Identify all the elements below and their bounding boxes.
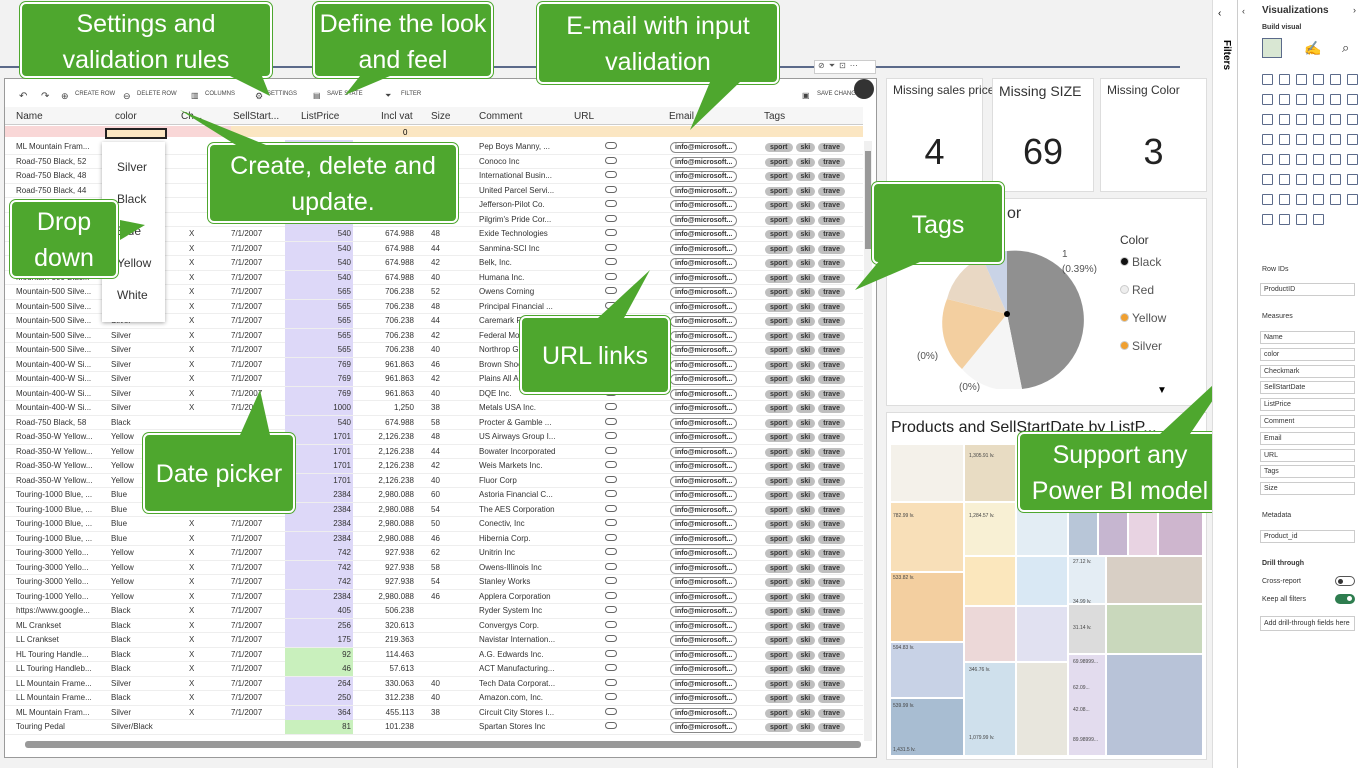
visual-type-icon[interactable] <box>1330 114 1341 125</box>
keep-filters-toggle[interactable] <box>1335 594 1355 604</box>
visual-type-icon[interactable] <box>1313 74 1324 85</box>
visual-type-icon[interactable] <box>1330 134 1341 145</box>
drill-through-label: Drill through <box>1262 560 1304 567</box>
measure-field[interactable]: Comment <box>1260 415 1355 428</box>
visual-type-icon[interactable] <box>1279 94 1290 105</box>
visual-type-icon[interactable] <box>1313 174 1324 185</box>
visual-type-icon[interactable] <box>1330 194 1341 205</box>
visual-type-icon[interactable] <box>1279 194 1290 205</box>
visual-type-icon[interactable] <box>1262 114 1273 125</box>
visual-type-icon[interactable] <box>1347 154 1358 165</box>
chevron-left-icon[interactable]: ‹ <box>1242 6 1245 16</box>
visual-type-icon[interactable] <box>1330 94 1341 105</box>
visual-header-icons[interactable]: ⊘⏷⊡⋯ <box>814 60 876 74</box>
visual-type-icon[interactable] <box>1262 74 1273 85</box>
visual-type-icon[interactable] <box>1262 134 1273 145</box>
visual-type-icon[interactable] <box>1262 174 1273 185</box>
build-visual-label: Build visual <box>1262 24 1302 31</box>
callout-tails <box>120 76 1240 435</box>
filters-pane[interactable]: ‹ Filters <box>1212 0 1237 768</box>
visual-type-icon[interactable] <box>1279 174 1290 185</box>
visual-type-icon[interactable] <box>1347 194 1358 205</box>
visual-type-icon[interactable] <box>1313 214 1324 225</box>
visual-type-icon[interactable] <box>1313 134 1324 145</box>
visual-type-icon[interactable] <box>1313 194 1324 205</box>
visual-type-icon[interactable] <box>1296 114 1307 125</box>
visual-type-icon[interactable] <box>1296 94 1307 105</box>
measure-field[interactable]: Checkmark <box>1260 364 1355 378</box>
visual-type-icon[interactable] <box>1262 94 1273 105</box>
table-build-icon[interactable] <box>1262 38 1282 58</box>
visual-type-icon[interactable] <box>1279 74 1290 85</box>
measure-field[interactable]: Name <box>1260 331 1355 344</box>
visual-type-icon[interactable] <box>1330 174 1341 185</box>
analytics-icon[interactable]: ⌕ <box>1342 40 1349 56</box>
visual-type-icon[interactable] <box>1347 174 1358 185</box>
visual-type-icon[interactable] <box>1330 74 1341 85</box>
visual-type-icon[interactable] <box>1347 74 1358 85</box>
visual-type-icon[interactable] <box>1296 74 1307 85</box>
measures-label: Measures <box>1262 313 1293 320</box>
visual-type-icon[interactable] <box>1347 134 1358 145</box>
measure-field[interactable]: URL <box>1260 448 1355 462</box>
metadata-label: Metadata <box>1262 512 1292 519</box>
cross-report-label: Cross-report <box>1262 578 1301 585</box>
visual-type-icon[interactable] <box>1262 214 1273 225</box>
add-drill-through-field[interactable]: Add drill-through fields here <box>1260 616 1355 631</box>
visual-type-icon[interactable] <box>1279 154 1290 165</box>
keep-filters-label: Keep all filters <box>1262 596 1306 603</box>
format-icon[interactable]: ✍ <box>1304 40 1321 57</box>
visual-type-icon[interactable] <box>1347 114 1358 125</box>
metadata-field[interactable]: Product_id <box>1260 530 1355 543</box>
visual-type-icon[interactable] <box>1313 114 1324 125</box>
cross-report-toggle[interactable] <box>1335 576 1355 586</box>
visual-type-icon[interactable] <box>1279 214 1290 225</box>
visual-type-icon[interactable] <box>1296 174 1307 185</box>
visual-type-icon[interactable] <box>1296 214 1307 225</box>
measure-field[interactable]: Size <box>1260 482 1355 496</box>
visual-type-icon[interactable] <box>1330 154 1341 165</box>
pane-title: Visualizations <box>1262 5 1329 16</box>
measure-field[interactable]: Email <box>1260 431 1355 445</box>
filters-label[interactable]: Filters <box>1221 40 1232 70</box>
measure-field[interactable]: color <box>1260 347 1355 361</box>
visual-type-icon[interactable] <box>1296 134 1307 145</box>
chevron-right-icon[interactable]: › <box>1353 5 1356 15</box>
visualizations-pane: ‹ Visualizations › Build visual ✍ ⌕ Row … <box>1237 0 1366 768</box>
visual-type-icon[interactable] <box>1313 94 1324 105</box>
chevron-left-icon[interactable]: ‹ <box>1218 8 1221 19</box>
visual-type-icon[interactable] <box>1296 154 1307 165</box>
row-id-field[interactable]: ProductID <box>1260 283 1355 296</box>
visual-type-icon[interactable] <box>1296 194 1307 205</box>
measure-field[interactable]: SellStartDate <box>1260 381 1355 395</box>
row-ids-label: Row IDs <box>1262 266 1289 273</box>
report-canvas: ↶ ↷ ⊕ CREATE ROW ⊖ DELETE ROW ▥ COLUMNS … <box>0 0 1366 768</box>
measure-field[interactable]: ListPrice <box>1260 398 1355 412</box>
visual-type-icon[interactable] <box>1279 114 1290 125</box>
visual-type-icon[interactable] <box>1262 154 1273 165</box>
visual-type-icon[interactable] <box>1279 134 1290 145</box>
visual-type-icon[interactable] <box>1262 194 1273 205</box>
measure-field[interactable]: Tags <box>1260 465 1355 479</box>
visual-type-icon[interactable] <box>1313 154 1324 165</box>
visual-type-gallery <box>1262 74 1362 254</box>
visual-type-icon[interactable] <box>1347 94 1358 105</box>
